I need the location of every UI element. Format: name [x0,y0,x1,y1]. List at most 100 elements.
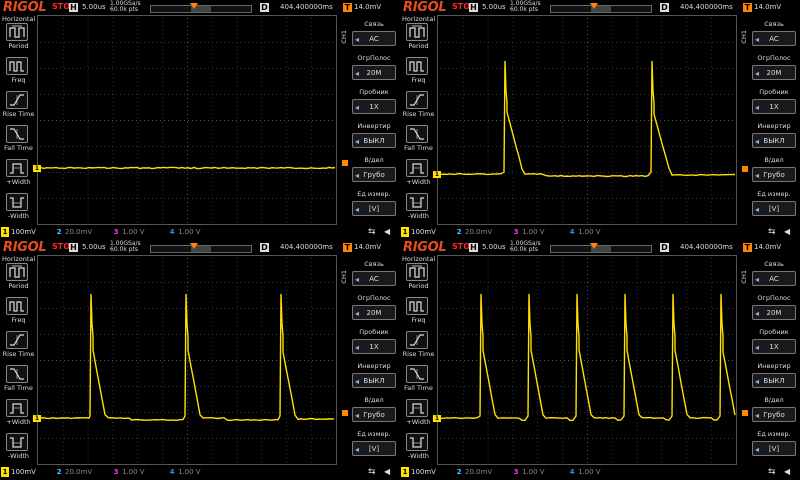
measure-width-button[interactable] [406,399,428,417]
timebase-value[interactable]: 5.00us [82,3,106,11]
measure-fall-time-button[interactable] [6,125,28,143]
measure-width-button[interactable] [406,433,428,451]
measure-rise-time-button[interactable] [406,331,428,349]
trigger-level-marker[interactable] [342,410,348,416]
waveform-display [37,15,337,225]
channel-setting-5-button[interactable]: ◂ [V] [352,441,396,456]
horizontal-badge: H [469,243,478,252]
measure-width-button[interactable] [406,159,428,177]
channel-2-chip[interactable]: 2 20.0mV [455,467,492,477]
measure-width-button[interactable] [6,399,28,417]
measure-period-button[interactable] [406,263,428,281]
ch1-level-marker[interactable]: 1 [33,165,41,172]
channel-setting-5-button[interactable]: ◂ [V] [752,441,796,456]
trigger-level[interactable]: 14.0mV [754,3,781,11]
measure-rise-time-button[interactable] [6,331,28,349]
speaker-icon[interactable]: ◀ [784,227,790,236]
channel-4-chip[interactable]: 4 1.00 V [168,227,201,237]
measure-rise-time-button[interactable] [6,91,28,109]
channel-2-chip[interactable]: 2 20.0mV [55,227,92,237]
measure-period-button[interactable] [6,263,28,281]
measure-width-button[interactable] [6,433,28,451]
channel-setting-2-button[interactable]: ◂ 1X [752,339,796,354]
select-arrow-icon: ◂ [755,32,759,47]
channel-1-chip[interactable]: 1 100mV [401,227,436,237]
channel-setting-1-button[interactable]: ◂ 20M [752,65,796,80]
channel-1-chip[interactable]: 1 100mV [1,467,36,477]
channel-setting-4-button[interactable]: ◂ Грубо [752,407,796,422]
channel-setting-1-button[interactable]: ◂ 20M [352,65,396,80]
waveform-5-icon [408,195,426,209]
channel-2-chip[interactable]: 2 20.0mV [55,467,92,477]
speaker-icon[interactable]: ◀ [784,467,790,476]
waveform-5-icon [408,435,426,449]
measure-width-button[interactable] [406,193,428,211]
channel-setting-4-button[interactable]: ◂ Грубо [352,407,396,422]
channel-setting-3-button[interactable]: ◂ ВЫКЛ [752,373,796,388]
channel-setting-5-button[interactable]: ◂ [V] [352,201,396,216]
channel-setting-4-button[interactable]: ◂ Грубо [752,167,796,182]
measure-freq-button[interactable] [6,57,28,75]
select-arrow-icon: ◂ [355,32,359,47]
channel-setting-0-button[interactable]: ◂ AC [352,271,396,286]
channel-4-chip[interactable]: 4 1.00 V [568,467,601,477]
channel-setting-0-button[interactable]: ◂ AC [752,271,796,286]
channel-setting-0-button[interactable]: ◂ AC [352,31,396,46]
channel-1-chip[interactable]: 1 100mV [401,467,436,477]
channel-setting-5-button[interactable]: ◂ [V] [752,201,796,216]
channel-3-chip[interactable]: 3 1.00 V [112,227,145,237]
channel-3-chip[interactable]: 3 1.00 V [112,467,145,477]
delay-value[interactable]: 404.400000ms [280,3,333,11]
ch1-level-marker[interactable]: 1 [433,171,441,178]
measure-fall-time-button[interactable] [6,365,28,383]
channel-number: 4 [168,467,176,477]
select-arrow-icon: ◂ [355,374,359,389]
channel-setting-2-button[interactable]: ◂ 1X [352,99,396,114]
channel-3-chip[interactable]: 3 1.00 V [512,467,545,477]
channel-setting-2-button[interactable]: ◂ 1X [752,99,796,114]
channel-setting-3-button[interactable]: ◂ ВЫКЛ [352,373,396,388]
measure-label: Rise Time [0,110,37,118]
channel-scale: 20.0mV [463,468,492,476]
timebase-value[interactable]: 5.00us [82,243,106,251]
measure-rise-time-button[interactable] [406,91,428,109]
ch1-level-marker[interactable]: 1 [433,415,441,422]
channel-2-chip[interactable]: 2 20.0mV [455,227,492,237]
timebase-value[interactable]: 5.00us [482,243,506,251]
channel-1-chip[interactable]: 1 100mV [1,227,36,237]
measure-freq-button[interactable] [406,57,428,75]
timebase-value[interactable]: 5.00us [482,3,506,11]
speaker-icon[interactable]: ◀ [384,227,390,236]
ch1-level-marker[interactable]: 1 [33,415,41,422]
channel-setting-4-button[interactable]: ◂ Грубо [352,167,396,182]
channel-setting-2-button[interactable]: ◂ 1X [352,339,396,354]
measure-period-button[interactable] [6,23,28,41]
measure-width-button[interactable] [6,193,28,211]
measure-freq-button[interactable] [6,297,28,315]
channel-setting-1-button[interactable]: ◂ 20M [752,305,796,320]
trigger-level[interactable]: 14.0mV [754,243,781,251]
delay-value[interactable]: 404.400000ms [680,3,733,11]
delay-value[interactable]: 404.400000ms [680,243,733,251]
channel-setting-0-button[interactable]: ◂ AC [752,31,796,46]
trigger-level-marker[interactable] [742,166,748,172]
trigger-level[interactable]: 14.0mV [354,3,381,11]
channel-3-chip[interactable]: 3 1.00 V [512,227,545,237]
channel-setting-value: [V] [769,445,779,453]
trigger-level-marker[interactable] [342,160,348,166]
trigger-level[interactable]: 14.0mV [354,243,381,251]
channel-4-chip[interactable]: 4 1.00 V [568,227,601,237]
speaker-icon[interactable]: ◀ [384,467,390,476]
delay-value[interactable]: 404.400000ms [280,243,333,251]
measure-fall-time-button[interactable] [406,125,428,143]
channel-setting-3-button[interactable]: ◂ ВЫКЛ [752,133,796,148]
trigger-level-marker[interactable] [742,410,748,416]
measure-fall-time-button[interactable] [406,365,428,383]
channel-setting-title: Пробник [752,328,796,336]
channel-4-chip[interactable]: 4 1.00 V [168,467,201,477]
measure-width-button[interactable] [6,159,28,177]
measure-period-button[interactable] [406,23,428,41]
channel-setting-1-button[interactable]: ◂ 20M [352,305,396,320]
measure-freq-button[interactable] [406,297,428,315]
channel-setting-3-button[interactable]: ◂ ВЫКЛ [352,133,396,148]
